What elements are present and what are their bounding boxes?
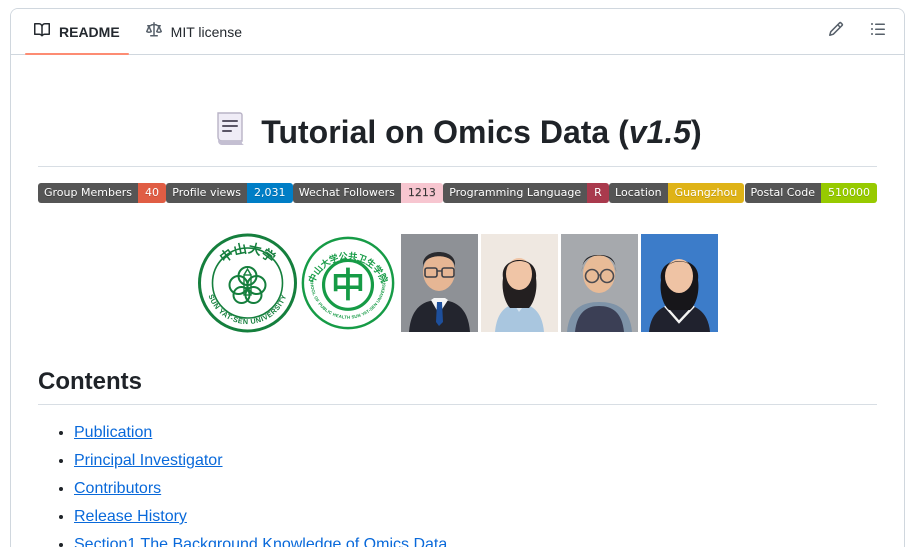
badge-label: Programming Language: [443, 183, 587, 203]
list-item: Principal Investigator: [74, 447, 877, 475]
portrait-photo-3: [561, 234, 638, 332]
badge-value: 40: [138, 183, 166, 203]
badge-value: R: [587, 183, 609, 203]
list-item: Contributors: [74, 475, 877, 503]
link-section1-background[interactable]: Section1 The Background Knowledge of Omi…: [74, 536, 447, 547]
tab-readme-label: README: [59, 24, 120, 40]
portrait-photo-1: [401, 234, 478, 332]
badge-profile-views: Profile views 2,031: [166, 183, 292, 203]
contents-heading: Contents: [38, 367, 877, 405]
sun-yat-sen-university-seal: 中山大学 SUN YAT-SEN UNIVERSITY: [197, 233, 298, 333]
page-title-suffix: ): [691, 114, 702, 150]
list-unordered-icon: [870, 21, 886, 42]
list-item: Section1 The Background Knowledge of Omi…: [74, 531, 877, 547]
link-publication[interactable]: Publication: [74, 424, 152, 441]
book-icon: [34, 22, 50, 41]
readme-content: Tutorial on Omics Data (v1.5) Group Memb…: [11, 55, 904, 547]
badge-postal-code: Postal Code 510000: [745, 183, 877, 203]
badge-value: Guangzhou: [668, 183, 745, 203]
link-contributors[interactable]: Contributors: [74, 480, 161, 497]
readme-panel: README MIT license: [10, 8, 905, 547]
list-item: Release History: [74, 503, 877, 531]
badge-value: 2,031: [247, 183, 293, 203]
file-tabbar: README MIT license: [11, 9, 904, 55]
image-gallery: 中山大学 SUN YAT-SEN UNIVERSITY: [38, 233, 877, 333]
badge-value: 510000: [821, 183, 877, 203]
seal2-glyph: 中: [331, 267, 365, 305]
law-icon: [146, 22, 162, 41]
readme-toolbar: [820, 9, 894, 54]
list-item: Publication: [74, 419, 877, 447]
badge-location: Location Guangzhou: [609, 183, 744, 203]
contents-list: Publication Principal Investigator Contr…: [38, 419, 877, 547]
badge-label: Wechat Followers: [293, 183, 401, 203]
tab-readme[interactable]: README: [21, 9, 133, 54]
portrait-photo-2: [481, 234, 558, 332]
badge-wechat-followers: Wechat Followers 1213: [293, 183, 443, 203]
badge-label: Group Members: [38, 183, 138, 203]
school-of-public-health-seal: 中山大学公共卫生学院 SCHOOL OF PUBLIC HEALTH SUN Y…: [301, 235, 395, 331]
edit-readme-button[interactable]: [820, 16, 852, 48]
tab-mit-license[interactable]: MIT license: [133, 9, 255, 54]
badge-programming-language: Programming Language R: [443, 183, 609, 203]
receipt-icon: [213, 112, 247, 158]
tab-mit-license-label: MIT license: [171, 24, 242, 40]
badge-label: Profile views: [166, 183, 247, 203]
page-title: Tutorial on Omics Data (v1.5): [38, 111, 877, 167]
link-release-history[interactable]: Release History: [74, 508, 187, 525]
badge-label: Postal Code: [745, 183, 821, 203]
portrait-photo-4: [641, 234, 718, 332]
badge-value: 1213: [401, 183, 443, 203]
badge-row: Group Members 40 Profile views 2,031 Wec…: [38, 183, 877, 203]
outline-button[interactable]: [862, 16, 894, 48]
pencil-icon: [828, 21, 844, 42]
link-principal-investigator[interactable]: Principal Investigator: [74, 452, 223, 469]
page-title-version: v1.5: [629, 114, 691, 150]
badge-group-members: Group Members 40: [38, 183, 166, 203]
page-title-text: Tutorial on Omics Data (: [261, 114, 628, 150]
badge-label: Location: [609, 183, 668, 203]
